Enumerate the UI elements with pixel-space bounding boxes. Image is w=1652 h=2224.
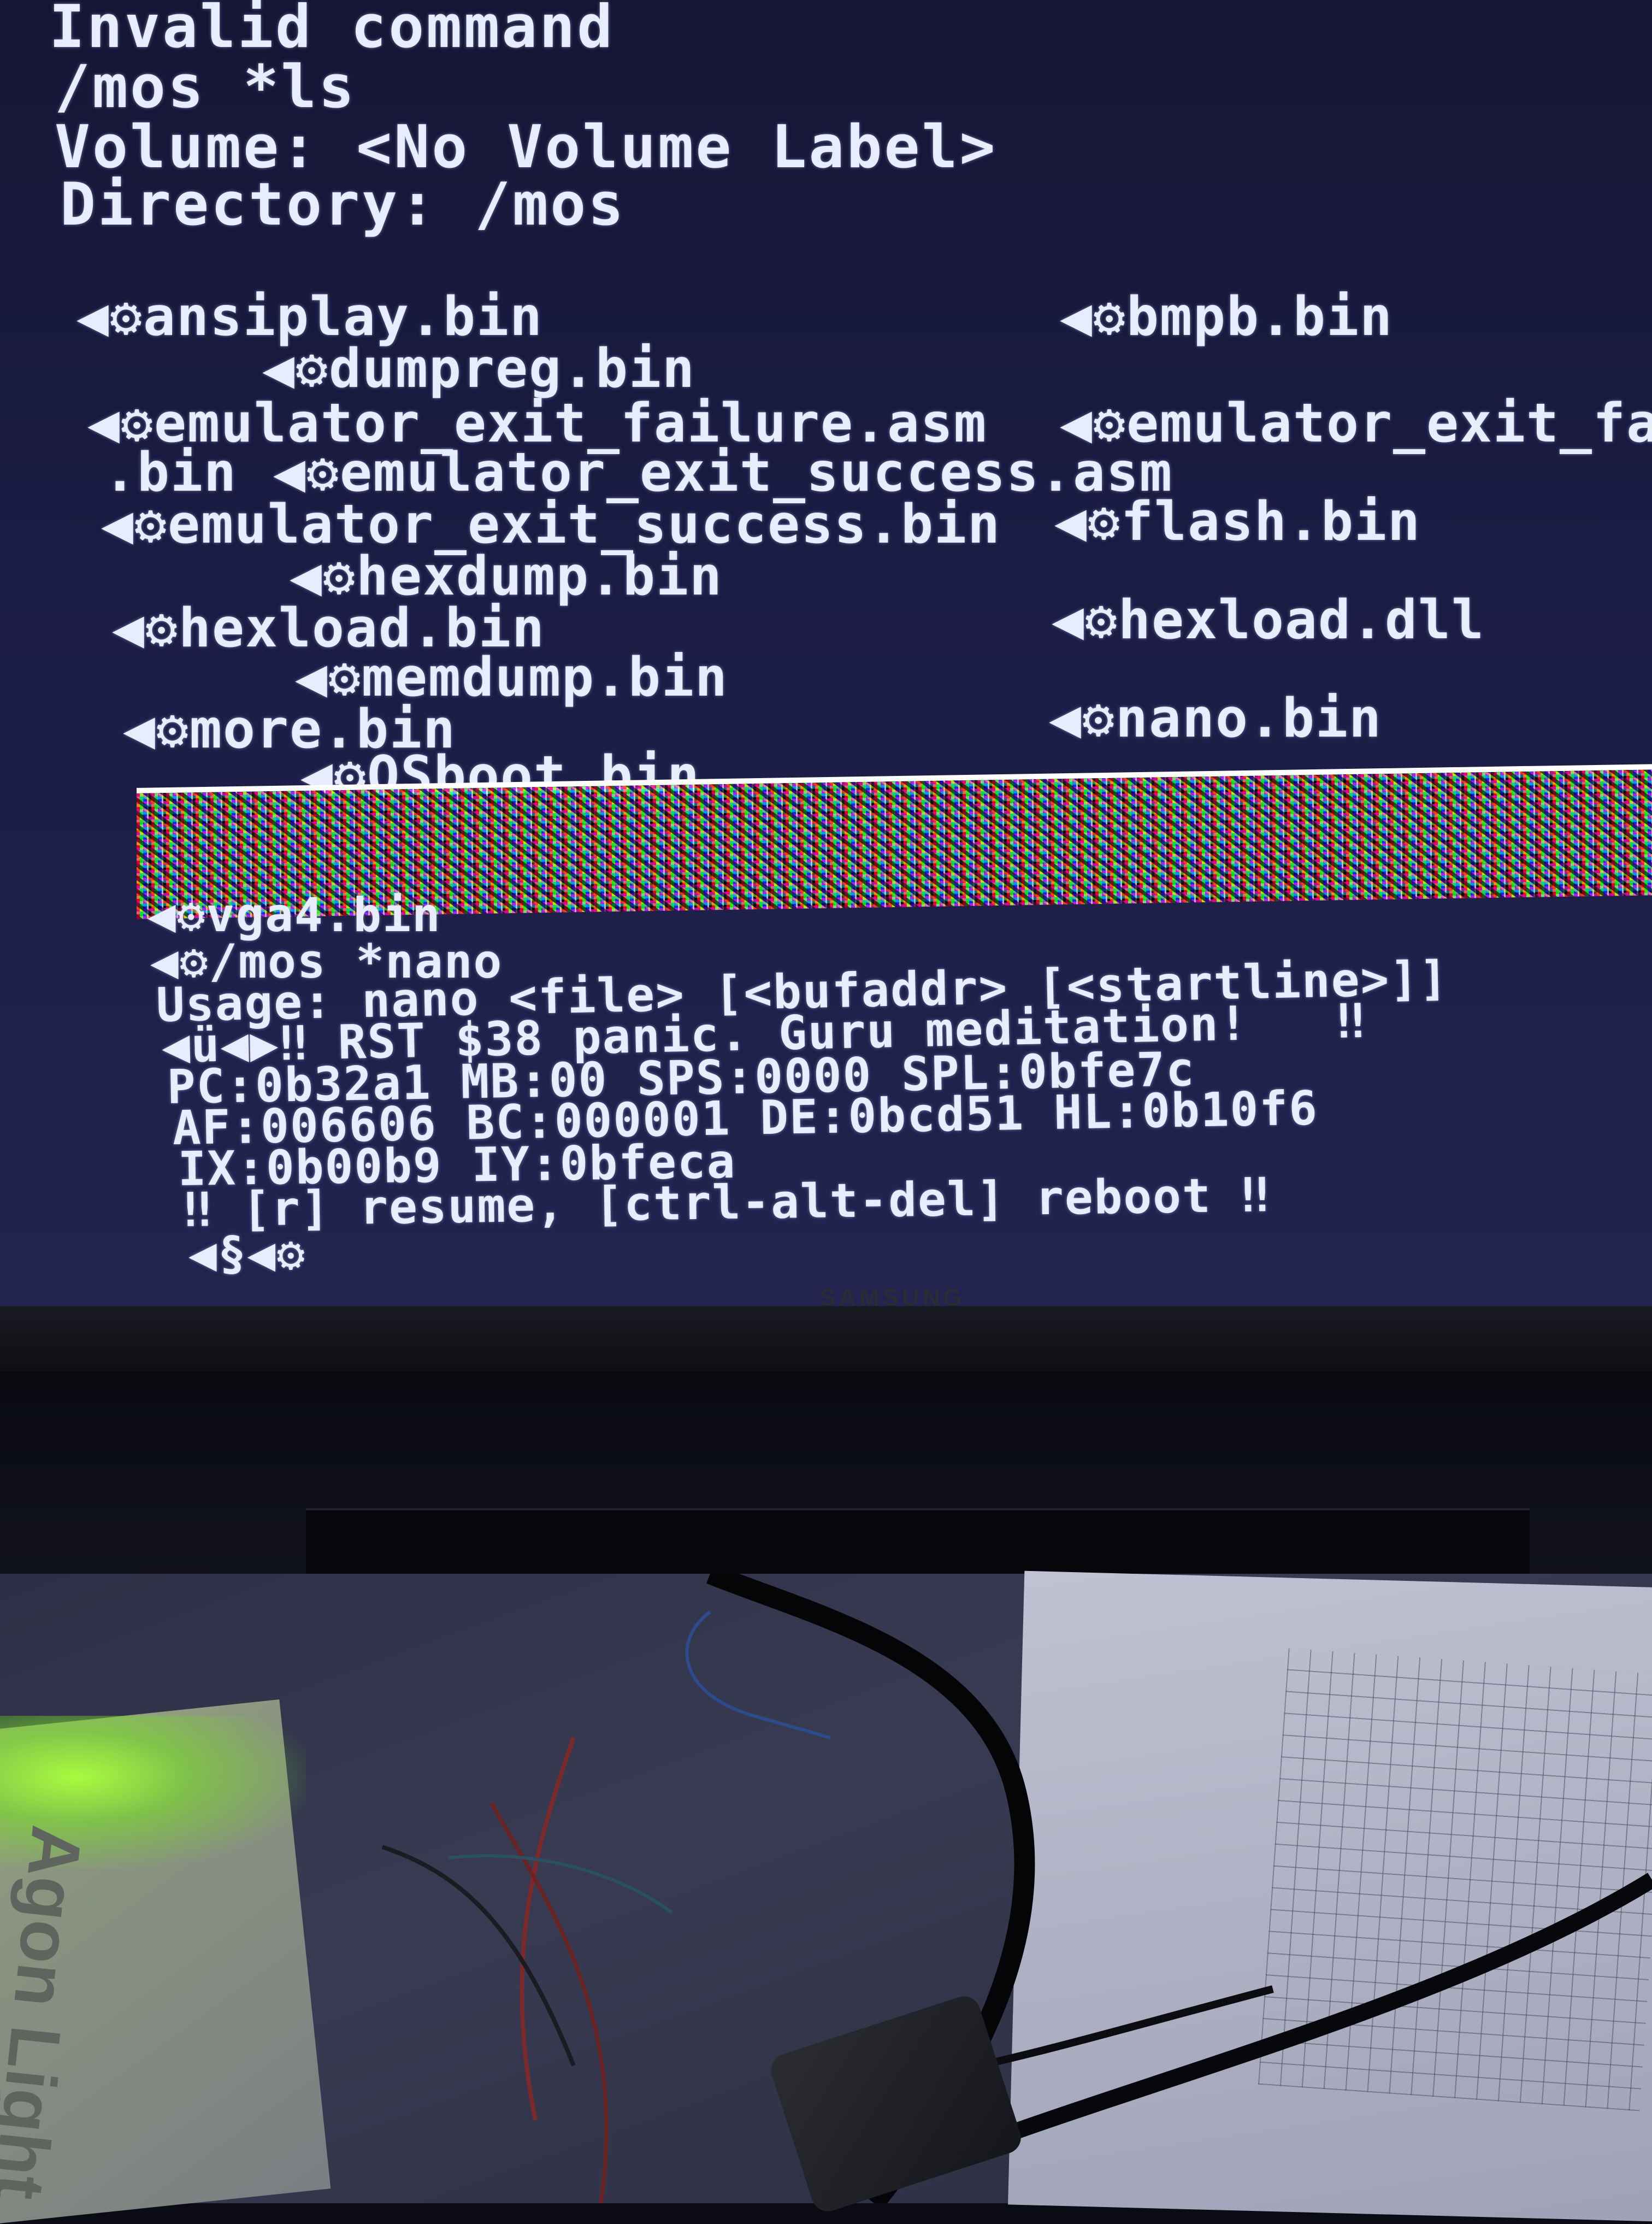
monitor-screen: Invalid command /mos *ls Volume: <No Vol… (0, 0, 1652, 1306)
file-memdump: ◀⚙memdump.bin (295, 646, 729, 709)
file-emulator-exit-success-bin: ◀⚙emulator_exit_success.bin (101, 493, 1001, 556)
desk-cable (1013, 1873, 1652, 2139)
jumper-wire-red (520, 1737, 576, 2121)
jumper-wire-teal (447, 1854, 673, 1914)
file-emulator-exit-success-asm: ◀⚙emulator_exit_success.asm (273, 442, 1173, 504)
file-hexload-dll: ◀⚙hexload.dll (1052, 589, 1485, 651)
terminal-line-invalid-command: Invalid command (49, 0, 615, 61)
jumper-wire-red-2 (489, 1802, 609, 2203)
file-nano: ◀⚙nano.bin (1049, 687, 1383, 750)
file-bmpb: ◀⚙bmpb.bin (1060, 286, 1394, 348)
terminal-line-volume: Volume: <No Volume Label> (55, 113, 998, 181)
file-ansiplay: ◀⚙ansiplay.bin (76, 286, 544, 348)
monitor-brand-logo: SAMSUNG (819, 1284, 965, 1311)
terminal-line-directory: Directory: /mos (60, 170, 626, 239)
file-flash: ◀⚙flash.bin (1054, 491, 1421, 553)
terminal-line-ls-command: /mos *ls (55, 53, 357, 121)
file-bin-tail: .bin (104, 442, 238, 504)
jumper-wire-dark (381, 1845, 576, 2067)
monitor-bezel (0, 1306, 1652, 1372)
terminal-prompt-cursor: ◀§◀⚙ (188, 1227, 306, 1281)
file-dumpreg: ◀⚙dumpreg.bin (262, 338, 696, 400)
jumper-wire-blue (685, 1610, 831, 1739)
file-hexdump: ◀⚙hexdump.bin (290, 545, 723, 608)
